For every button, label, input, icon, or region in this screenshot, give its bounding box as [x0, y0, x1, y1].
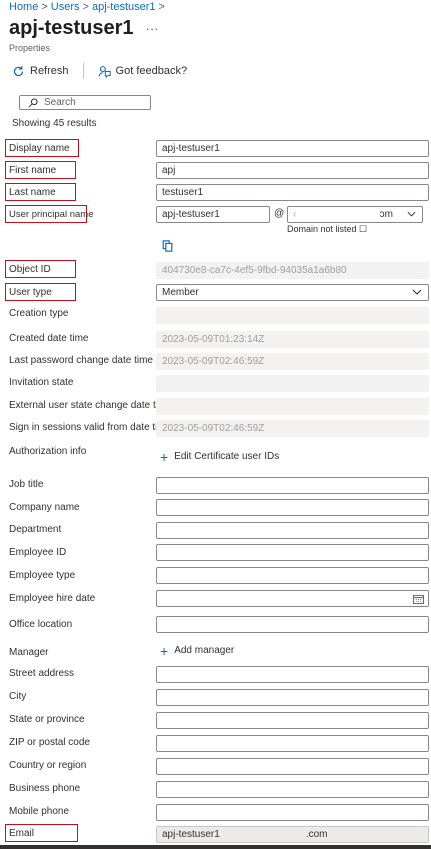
job-title-input[interactable] — [156, 477, 429, 494]
feedback-button[interactable]: Got feedback? — [98, 65, 188, 78]
invitation-state-label: Invitation state — [9, 377, 74, 388]
upn-domain-select[interactable]: ‹ ɔm — [287, 206, 423, 223]
search-icon — [28, 97, 38, 108]
add-manager-label: Add manager — [174, 645, 235, 656]
feedback-icon — [98, 65, 111, 78]
edit-certificate-user-ids-button[interactable]: + Edit Certificate user IDs — [160, 448, 280, 465]
last-password-change-label: Last password change date time — [9, 355, 153, 366]
more-options-button[interactable]: ··· — [146, 21, 159, 36]
page-title-text: apj-testuser1 — [9, 17, 134, 39]
plus-icon: + — [160, 448, 169, 465]
first-name-input[interactable]: apj — [156, 162, 429, 179]
created-date-label: Created date time — [9, 333, 89, 344]
copy-icon[interactable] — [162, 240, 173, 252]
street-address-label: Street address — [9, 668, 75, 679]
first-name-label: First name — [5, 161, 76, 179]
mobile-phone-input[interactable] — [156, 804, 429, 821]
email-username: apj-testuser1 — [162, 829, 220, 840]
office-location-label: Office location — [9, 619, 73, 630]
refresh-button[interactable]: Refresh — [12, 65, 69, 78]
user-type-select[interactable]: Member — [156, 284, 429, 301]
results-count: Showing 45 results — [12, 118, 97, 129]
upn-username-input[interactable]: apj-testuser1 — [156, 206, 270, 223]
breadcrumb: Home > Users > apj-testuser1 > — [9, 1, 168, 13]
breadcrumb-separator: > — [82, 1, 89, 13]
breadcrumb-home[interactable]: Home — [9, 1, 38, 13]
zip-code-input[interactable] — [156, 735, 429, 752]
authorization-info-label: Authorization info — [9, 446, 87, 457]
taskbar-edge — [0, 845, 431, 849]
sign-in-sessions-value: 2023-05-09T02:46:59Z — [156, 420, 429, 437]
search-input[interactable]: Search — [19, 95, 151, 110]
employee-id-label: Employee ID — [9, 547, 67, 558]
domain-not-listed-link[interactable]: Domain not listed ☐ — [287, 224, 367, 235]
display-name-label: Display name — [5, 139, 79, 157]
upn-at-sign: @ — [274, 208, 285, 219]
add-manager-button[interactable]: + Add manager — [160, 642, 235, 659]
invitation-state-value — [156, 375, 429, 392]
job-title-label: Job title — [9, 479, 44, 490]
object-id-label: Object ID — [5, 260, 76, 278]
page-title: apj-testuser1 ··· — [9, 17, 159, 40]
chevron-down-icon — [412, 287, 422, 298]
upn-domain-end: ɔm — [379, 209, 393, 220]
plus-icon: + — [160, 642, 169, 659]
breadcrumb-separator: > — [158, 1, 165, 13]
city-input[interactable] — [156, 689, 429, 706]
refresh-icon — [12, 65, 25, 78]
external-state-change-value — [156, 398, 429, 415]
upn-label: User principal name — [5, 205, 93, 223]
toolbar-divider — [82, 63, 84, 79]
manager-label: Manager — [9, 647, 49, 658]
sign-in-sessions-label: Sign in sessions valid from date time — [9, 422, 172, 433]
email-domain-suffix: .com — [305, 829, 328, 840]
creation-type-label: Creation type — [9, 308, 69, 319]
last-name-input[interactable]: testuser1 — [156, 184, 429, 201]
company-name-label: Company name — [9, 502, 80, 513]
business-phone-input[interactable] — [156, 781, 429, 798]
page-subtitle: Properties — [9, 43, 51, 53]
last-password-change-value: 2023-05-09T02:46:59Z — [156, 353, 429, 370]
refresh-label: Refresh — [30, 65, 69, 77]
employee-id-input[interactable] — [156, 544, 429, 561]
chevron-down-icon — [407, 209, 416, 220]
creation-type-value — [156, 307, 429, 324]
breadcrumb-separator: > — [41, 1, 48, 13]
zip-code-label: ZIP or postal code — [9, 737, 90, 748]
employee-type-label: Employee type — [9, 570, 76, 581]
company-name-input[interactable] — [156, 499, 429, 516]
mobile-phone-label: Mobile phone — [9, 806, 70, 817]
breadcrumb-users[interactable]: Users — [51, 1, 80, 13]
feedback-label: Got feedback? — [115, 65, 188, 77]
user-type-label: User type — [5, 283, 76, 301]
country-region-label: Country or region — [9, 760, 87, 771]
created-date-value: 2023-05-09T01:23:14Z — [156, 331, 429, 348]
email-label: Email — [5, 824, 78, 842]
street-address-input[interactable] — [156, 666, 429, 683]
last-name-label: Last name — [5, 183, 76, 201]
employee-hire-date-input[interactable] — [156, 590, 429, 607]
toolbar: Refresh Got feedback? — [12, 62, 187, 80]
department-label: Department — [9, 524, 62, 535]
employee-hire-date-label: Employee hire date — [9, 593, 96, 604]
country-region-input[interactable] — [156, 758, 429, 775]
department-input[interactable] — [156, 522, 429, 539]
breadcrumb-current[interactable]: apj-testuser1 — [92, 1, 156, 13]
upn-domain-start: ‹ — [293, 209, 297, 220]
state-province-input[interactable] — [156, 712, 429, 729]
object-id-value: 404730e8-ca7c-4ef5-9fbd-94035a1a6b80 — [156, 262, 429, 279]
business-phone-label: Business phone — [9, 783, 81, 794]
employee-type-input[interactable] — [156, 567, 429, 584]
calendar-icon[interactable] — [413, 594, 424, 604]
state-province-label: State or province — [9, 714, 85, 725]
search-placeholder: Search — [44, 97, 76, 108]
display-name-input[interactable]: apj-testuser1 — [156, 140, 429, 157]
city-label: City — [9, 691, 27, 702]
external-state-change-label: External user state change date time — [9, 400, 172, 411]
email-input[interactable]: apj-testuser1 .com — [156, 826, 429, 843]
user-type-value: Member — [162, 287, 199, 298]
edit-certificate-label: Edit Certificate user IDs — [174, 451, 280, 462]
office-location-input[interactable] — [156, 616, 429, 633]
